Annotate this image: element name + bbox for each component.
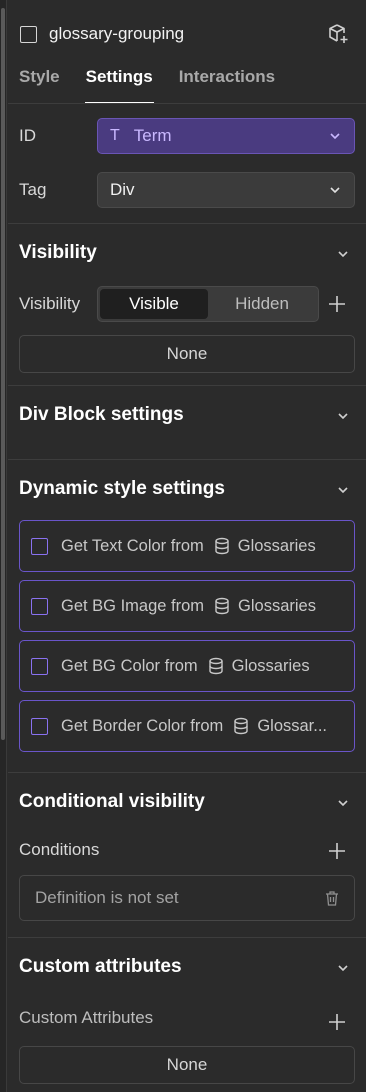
- text-type-icon: T: [110, 127, 120, 144]
- hidden-option[interactable]: Hidden: [208, 289, 316, 319]
- database-icon: [208, 657, 223, 675]
- dynamic-style-item-border-color[interactable]: Get Border Color from Glossar...: [19, 700, 355, 752]
- tab-interactions[interactable]: Interactions: [178, 64, 276, 104]
- visible-option[interactable]: Visible: [100, 289, 208, 319]
- dynamic-style-item-bg-color[interactable]: Get BG Color from Glossaries: [19, 640, 355, 692]
- conditional-visibility-section-title[interactable]: Conditional visibility: [19, 791, 205, 813]
- element-name: glossary-grouping: [49, 24, 185, 43]
- visibility-none-box[interactable]: None: [19, 335, 355, 373]
- chevron-down-icon[interactable]: [336, 796, 350, 810]
- checkbox[interactable]: [31, 717, 48, 735]
- plus-icon[interactable]: [328, 295, 346, 313]
- chevron-down-icon: [330, 187, 340, 194]
- dynamic-item-label: Get Text Color from: [61, 536, 204, 555]
- dynamic-item-source: Glossaries: [231, 656, 310, 675]
- chevron-down-icon[interactable]: [336, 961, 350, 975]
- element-header: glossary-grouping: [20, 22, 350, 46]
- tag-select-value: Div: [110, 180, 135, 199]
- settings-panel: glossary-grouping Style Settings Interac…: [8, 0, 366, 1092]
- checkbox[interactable]: [31, 597, 48, 615]
- tab-settings[interactable]: Settings: [84, 64, 154, 104]
- dynamic-item-label: Get BG Color from: [61, 656, 198, 675]
- tab-style[interactable]: Style: [18, 64, 61, 104]
- conditions-label: Conditions: [19, 840, 100, 859]
- database-icon: [215, 537, 229, 555]
- left-gutter: [0, 0, 7, 1092]
- section-divider: [8, 459, 366, 460]
- id-label: ID: [19, 126, 36, 145]
- condition-definition[interactable]: Definition is not set: [19, 875, 355, 921]
- section-divider: [8, 937, 366, 938]
- div-block-section-title[interactable]: Div Block settings: [19, 404, 184, 426]
- dynamic-style-item-bg-image[interactable]: Get BG Image from Glossaries: [19, 580, 355, 632]
- database-icon: [215, 597, 229, 615]
- chevron-down-icon[interactable]: [336, 409, 350, 423]
- scrollbar-thumb[interactable]: [1, 8, 5, 740]
- id-select[interactable]: T Term: [97, 118, 355, 154]
- chevron-down-icon[interactable]: [336, 483, 350, 497]
- visibility-section-title[interactable]: Visibility: [19, 242, 97, 264]
- dynamic-item-source: Glossaries: [238, 596, 316, 615]
- section-divider: [8, 772, 366, 773]
- id-select-value: Term: [133, 126, 172, 145]
- checkbox[interactable]: [31, 657, 48, 675]
- visibility-field-label: Visibility: [19, 294, 81, 313]
- custom-attributes-none-box[interactable]: None: [19, 1046, 355, 1084]
- condition-definition-text: Definition is not set: [35, 888, 179, 907]
- custom-attributes-label: Custom Attributes: [19, 1008, 154, 1027]
- component-add-icon[interactable]: [326, 22, 350, 46]
- tag-select[interactable]: Div: [97, 172, 355, 208]
- chevron-down-icon: [330, 133, 340, 140]
- trash-icon[interactable]: [324, 890, 340, 906]
- dynamic-item-source: Glossaries: [237, 536, 316, 555]
- dynamic-style-section-title[interactable]: Dynamic style settings: [19, 478, 225, 500]
- panel-tabs: Style Settings Interactions: [18, 64, 300, 104]
- database-icon: [234, 717, 249, 735]
- chevron-down-icon[interactable]: [336, 247, 350, 261]
- custom-attributes-section-title[interactable]: Custom attributes: [19, 956, 182, 978]
- dynamic-item-label: Get BG Image from: [61, 596, 205, 615]
- dynamic-item-label: Get Border Color from: [61, 716, 224, 735]
- tag-label: Tag: [19, 180, 47, 199]
- tabs-divider: [8, 103, 366, 104]
- plus-icon[interactable]: [328, 842, 346, 860]
- section-divider: [8, 223, 366, 224]
- checkbox[interactable]: [31, 537, 48, 555]
- dynamic-item-source: Glossar...: [257, 716, 328, 735]
- plus-icon[interactable]: [328, 1013, 346, 1031]
- dynamic-style-item-text-color[interactable]: Get Text Color from Glossaries: [19, 520, 355, 572]
- element-checkbox-icon: [20, 25, 37, 43]
- visibility-toggle: Visible Hidden: [97, 286, 319, 322]
- section-divider: [8, 385, 366, 386]
